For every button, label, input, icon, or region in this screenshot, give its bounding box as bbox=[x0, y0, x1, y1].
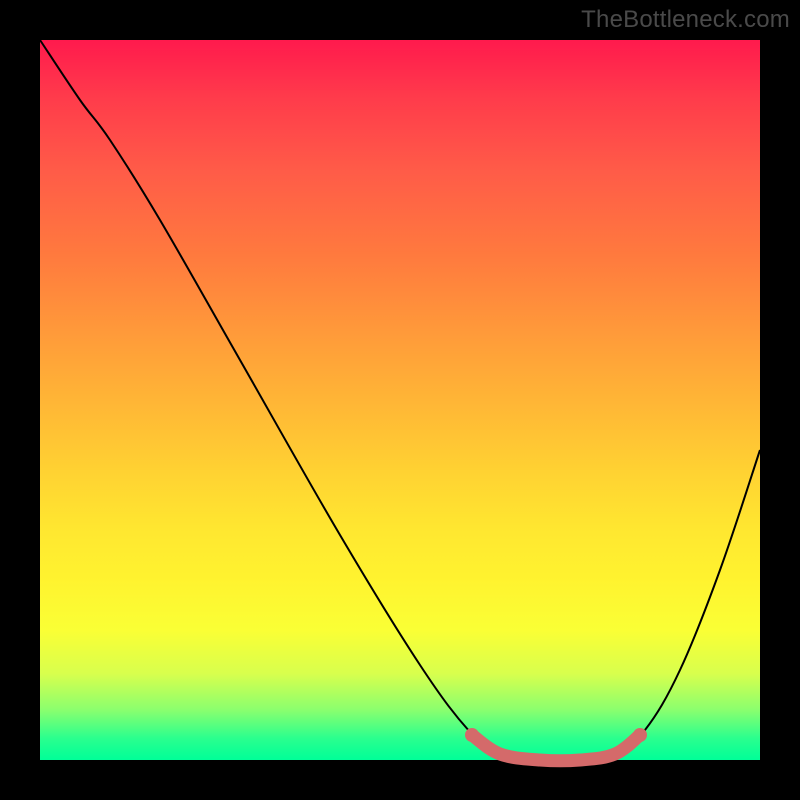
highlight-endpoint bbox=[633, 728, 647, 742]
watermark-text: TheBottleneck.com bbox=[581, 6, 790, 34]
chart-svg bbox=[40, 40, 760, 760]
curve-path bbox=[40, 40, 760, 761]
highlight-endpoints bbox=[465, 728, 647, 742]
highlight-endpoint bbox=[465, 728, 479, 742]
highlight-path bbox=[472, 735, 640, 761]
chart-frame: TheBottleneck.com bbox=[0, 0, 800, 800]
